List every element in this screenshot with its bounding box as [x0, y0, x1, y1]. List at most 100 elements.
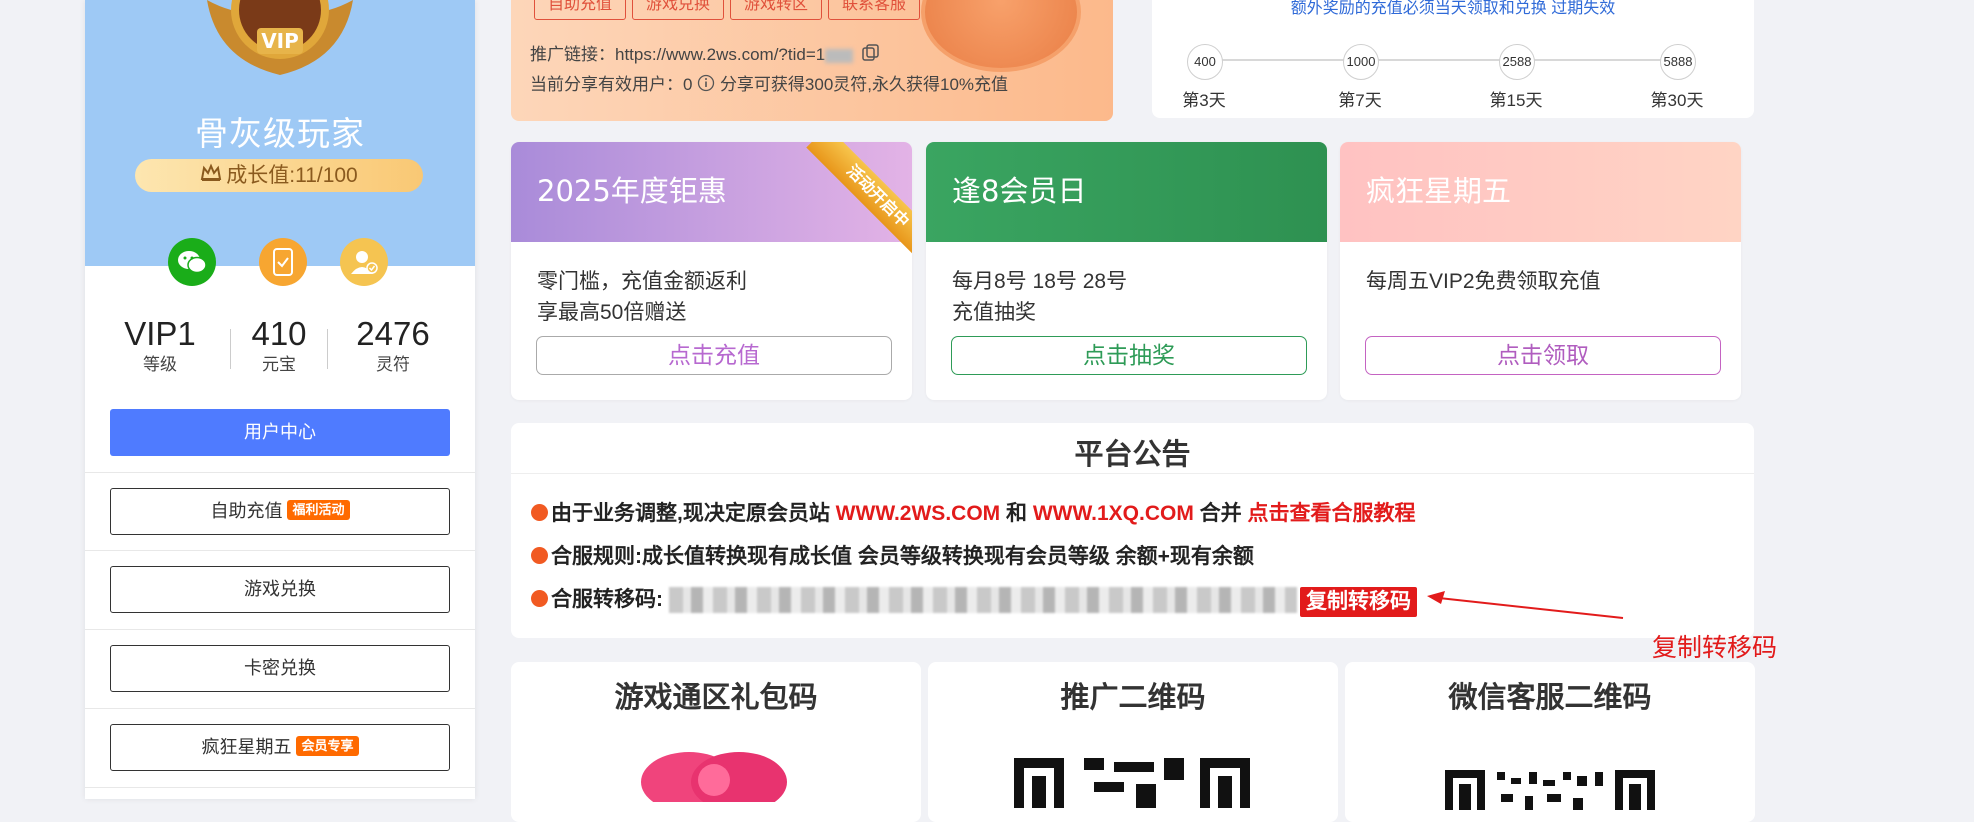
- copy-transfer-code-button[interactable]: 复制转移码: [1300, 587, 1417, 617]
- share-reward-note: 分享可获得300灵符,永久获得10%充值: [719, 75, 1009, 94]
- streak-day-label: 第3天: [1182, 91, 1226, 110]
- promo-qrcode-card: 推广二维码: [928, 662, 1338, 822]
- button-label: 疯狂星期五: [201, 737, 292, 757]
- copy-link-icon[interactable]: [862, 44, 880, 67]
- wechat-support-qrcode-card: 微信客服二维码: [1345, 662, 1755, 822]
- welfare-tag: 福利活动: [287, 500, 350, 521]
- growth-value-label: 成长值:11/100: [226, 164, 358, 187]
- button-label: 游戏兑换: [244, 579, 316, 599]
- activity-card-crazy-friday: 疯狂星期五 每周五VIP2免费领取充值 点击领取: [1340, 142, 1741, 400]
- announcement-text: 合并: [1193, 502, 1248, 525]
- streak-day-label: 第30天: [1650, 91, 1704, 110]
- crown-icon: [200, 160, 222, 193]
- stat-label: 灵符: [376, 355, 410, 374]
- promo-qrcode: [1014, 758, 1250, 813]
- activity-title: 疯狂星期五: [1366, 174, 1512, 208]
- site-link-1xq[interactable]: WWW.1XQ.COM: [1033, 502, 1194, 525]
- announcement-line: 合服转移码:: [531, 583, 663, 613]
- activity-title: 2025年度钜惠: [537, 174, 727, 208]
- promotion-card: 自助充值 游戏兑换 游戏转区 联系客服 推广链接：https://www.2ws…: [511, 0, 1113, 121]
- merge-tutorial-link[interactable]: 点击查看合服教程: [1248, 502, 1416, 525]
- growth-value-pill: 成长值:11/100: [135, 159, 423, 192]
- card-title: 游戏通区礼包码: [614, 682, 818, 714]
- user-verified-icon[interactable]: [340, 238, 388, 286]
- streak-day-label: 第7天: [1338, 91, 1382, 110]
- sidebar: VIP 骨灰级玩家 成长值:11/100 VIP1 等级 410 元宝 2476…: [85, 0, 475, 799]
- announcement-line: 由于业务调整,现决定原会员站 WWW.2WS.COM 和 WWW.1XQ.COM…: [531, 497, 1416, 527]
- activity-desc-line: 充值抽奖: [952, 301, 1036, 324]
- valid-share-users: 当前分享有效用户：0 分享可获得300灵符,永久获得10%充值: [530, 70, 1008, 97]
- announcement-text: 由于业务调整,现决定原会员站: [551, 502, 836, 525]
- annotation-label: 复制转移码: [1652, 634, 1778, 662]
- activity-ribbon: 活动开启中: [798, 142, 912, 258]
- divider: [511, 473, 1754, 474]
- site-link-2ws[interactable]: WWW.2WS.COM: [836, 502, 1000, 525]
- promo-self-recharge-button[interactable]: 自助充值: [534, 0, 626, 20]
- divider: [85, 787, 475, 788]
- click-lottery-button[interactable]: 点击抽奖: [951, 336, 1307, 375]
- streak-node[interactable]: 5888: [1660, 44, 1696, 80]
- announcement-title: 平台公告: [1074, 439, 1191, 471]
- sign-in-streak-card: 额外奖励的充值必须当天领取和兑换 过期失效 400 第3天 1000 第7天 2…: [1152, 0, 1754, 118]
- activity-card-member-day: 逢8会员日 每月8号 18号 28号 充值抽奖 点击抽奖: [926, 142, 1327, 400]
- stat-label: 等级: [143, 355, 177, 374]
- card-code-exchange-button[interactable]: 卡密兑换: [110, 645, 450, 692]
- activity-desc-line: 零门槛，充值金额返利: [537, 270, 747, 293]
- activity-card-annual-deal: 2025年度钜惠 活动开启中 零门槛，充值金额返利 享最高50倍赠送 点击充值: [511, 142, 912, 400]
- streak-node[interactable]: 2588: [1499, 44, 1535, 80]
- card-title: 推广二维码: [1060, 682, 1206, 714]
- click-claim-button[interactable]: 点击领取: [1365, 336, 1721, 375]
- button-label: 自助充值: [210, 501, 283, 521]
- phone-check-icon[interactable]: [259, 238, 307, 286]
- divider: [85, 550, 475, 551]
- ribbon-label: 活动开启中: [806, 142, 912, 258]
- user-center-button[interactable]: 用户中心: [110, 409, 450, 456]
- stat-label: 元宝: [262, 355, 296, 374]
- card-title: 微信客服二维码: [1448, 682, 1652, 714]
- stat-lingfu: 2476 灵符: [333, 315, 453, 377]
- streak-progress-line: [1204, 59, 1684, 61]
- share-users-text: 当前分享有效用户：0: [530, 75, 693, 94]
- click-recharge-button[interactable]: 点击充值: [536, 336, 892, 375]
- streak-node[interactable]: 1000: [1343, 44, 1379, 80]
- wechat-icon[interactable]: [168, 238, 216, 286]
- referral-link-text: 推广链接：https://www.2ws.com/?tid=1: [530, 45, 826, 64]
- star-medal-icon: [921, 0, 1081, 72]
- activity-desc-line: 享最高50倍赠送: [537, 301, 687, 324]
- stat-vip-level: VIP1 等级: [110, 315, 210, 377]
- divider: [327, 329, 328, 369]
- activity-description: 每周五VIP2免费领取充值: [1366, 266, 1601, 297]
- activity-desc-line: 每月8号 18号 28号: [952, 270, 1128, 293]
- divider: [85, 708, 475, 709]
- gift-code-card: 游戏通区礼包码: [511, 662, 921, 822]
- member-only-tag: 会员专享: [296, 736, 359, 757]
- wechat-support-qrcode: [1445, 770, 1655, 815]
- bullet-dot-icon: [531, 503, 548, 521]
- promo-contact-support-button[interactable]: 联系客服: [828, 0, 920, 20]
- svg-text:VIP: VIP: [261, 29, 299, 53]
- streak-day-label: 第15天: [1489, 91, 1543, 110]
- player-title: 骨灰级玩家: [195, 114, 365, 153]
- promo-zone-transfer-button[interactable]: 游戏转区: [730, 0, 822, 20]
- activity-desc-line: 每周五VIP2免费领取充值: [1366, 270, 1601, 293]
- vip-badge-icon: VIP: [187, 0, 373, 80]
- stat-value: 2476: [356, 315, 430, 352]
- stat-value: VIP1: [124, 315, 196, 352]
- announcement-line: 合服规则:成长值转换现有成长值 会员等级转换现有会员等级 余额+现有余额: [531, 540, 1254, 570]
- game-exchange-button[interactable]: 游戏兑换: [110, 566, 450, 613]
- referral-link: 推广链接：https://www.2ws.com/?tid=1: [530, 40, 880, 67]
- divider: [230, 329, 231, 369]
- streak-node[interactable]: 400: [1187, 44, 1223, 80]
- activity-title: 逢8会员日: [952, 174, 1087, 208]
- activity-description: 每月8号 18号 28号 充值抽奖: [952, 266, 1127, 328]
- divider: [85, 472, 475, 473]
- crazy-friday-button[interactable]: 疯狂星期五 会员专享: [110, 724, 450, 771]
- self-recharge-button[interactable]: 自助充值 福利活动: [110, 488, 450, 535]
- promo-game-exchange-button[interactable]: 游戏兑换: [632, 0, 724, 20]
- transfer-code-label: 合服转移码:: [551, 588, 663, 611]
- info-icon: [697, 74, 715, 97]
- transfer-code-blurred: [669, 587, 1297, 613]
- account-stats: VIP1 等级 410 元宝 2476 灵符: [85, 315, 475, 385]
- announcement-text: 合服规则:成长值转换现有成长值 会员等级转换现有会员等级 余额+现有余额: [551, 545, 1254, 568]
- activity-description: 零门槛，充值金额返利 享最高50倍赠送: [537, 266, 747, 328]
